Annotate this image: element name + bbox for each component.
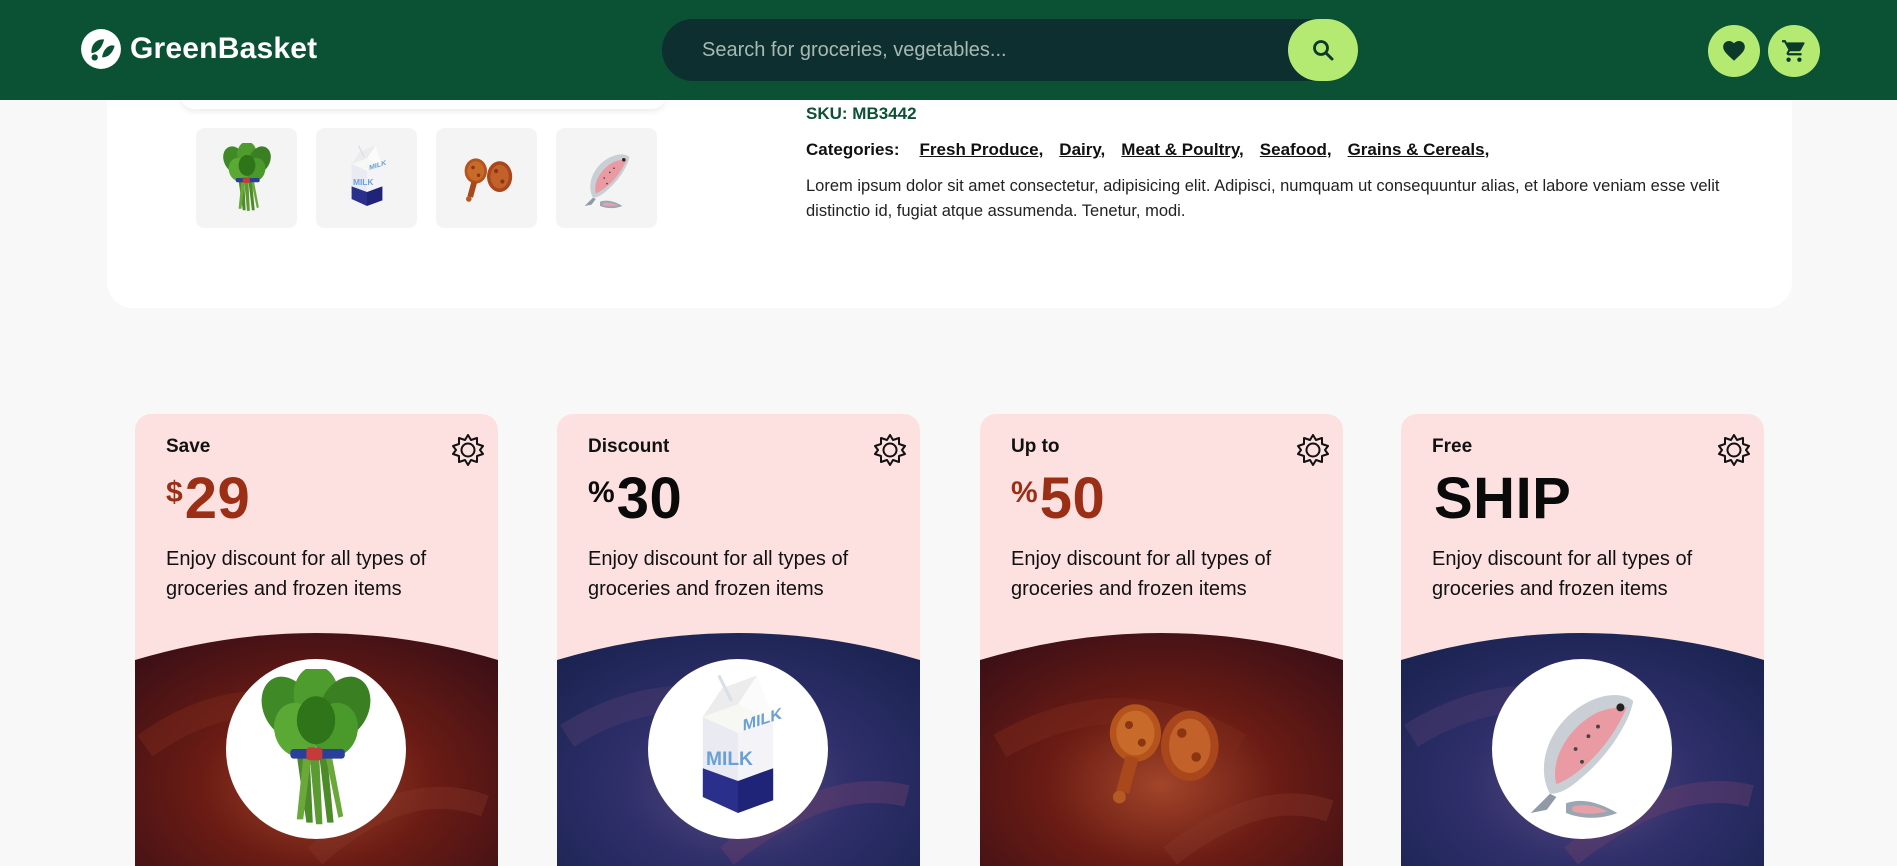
search-icon — [1313, 40, 1334, 61]
category-link-seafood[interactable]: Seafood, — [1260, 140, 1332, 160]
offer-description: Enjoy discount for all types of grocerie… — [1011, 548, 1272, 600]
category-link-dairy[interactable]: Dairy, — [1059, 140, 1105, 160]
cart-icon — [1782, 40, 1805, 62]
brand-logo[interactable]: GreenBasket — [80, 28, 317, 70]
trout-image — [572, 143, 642, 213]
thumbnail-fried-chicken[interactable] — [436, 128, 537, 228]
offer-symbol: % — [588, 476, 615, 509]
cart-button[interactable] — [1768, 25, 1820, 77]
offer-card-discount[interactable]: Discount % 30 Enjoy discount for all typ… — [557, 414, 920, 866]
trout-image — [1502, 669, 1662, 829]
search-input[interactable] — [702, 19, 1282, 81]
search-button[interactable] — [1288, 19, 1358, 81]
offer-amount: 30 — [616, 466, 683, 531]
badge-icon — [1718, 434, 1750, 466]
badge-icon — [1297, 434, 1329, 466]
offer-image-circle — [226, 659, 406, 839]
offer-image-circle — [648, 659, 828, 839]
offer-card-free-ship[interactable]: Free SHIP Enjoy discount for all types o… — [1401, 414, 1764, 866]
offer-card-up-to[interactable]: Up to % 50 Enjoy discount for all types … — [980, 414, 1343, 866]
offer-symbol: % — [1011, 476, 1038, 509]
thumbnail-milk[interactable] — [316, 128, 417, 228]
offer-symbol: $ — [166, 476, 183, 509]
heart-icon — [1723, 41, 1745, 61]
search-bar — [662, 19, 1358, 81]
offer-value: % 50 — [1011, 466, 1105, 532]
offer-description: Enjoy discount for all types of grocerie… — [588, 548, 849, 600]
offer-amount: 50 — [1039, 466, 1106, 531]
offer-prefix: Save — [166, 436, 211, 457]
offer-image-circle — [1071, 659, 1251, 839]
offer-value: $ 29 — [166, 466, 250, 532]
milk-carton-image — [658, 669, 818, 829]
spinach-image — [212, 143, 282, 213]
fried-chicken-image — [452, 143, 522, 213]
offer-amount: 29 — [184, 466, 251, 531]
category-link-fresh-produce[interactable]: Fresh Produce, — [920, 140, 1044, 160]
offer-prefix: Discount — [588, 436, 670, 457]
offer-value: SHIP — [1432, 466, 1571, 532]
spinach-image — [236, 669, 396, 829]
offer-description: Enjoy discount for all types of grocerie… — [166, 548, 427, 600]
site-header: GreenBasket — [0, 0, 1897, 100]
badge-icon — [452, 434, 484, 466]
product-sku: SKU: MB3442 — [806, 104, 917, 123]
offer-value: % 30 — [588, 466, 682, 532]
badge-icon — [874, 434, 906, 466]
category-link-meat-poultry[interactable]: Meat & Poultry, — [1121, 140, 1243, 160]
product-categories: Categories: Fresh Produce, Dairy, Meat &… — [806, 140, 1505, 160]
offer-description: Enjoy discount for all types of grocerie… — [1432, 548, 1693, 600]
offer-card-save[interactable]: Save $ 29 Enjoy discount for all types o… — [135, 414, 498, 866]
category-link-grains-cereals[interactable]: Grains & Cereals, — [1348, 140, 1490, 160]
fried-chicken-image — [1081, 669, 1241, 829]
categories-label: Categories: — [806, 140, 900, 159]
brand-name: GreenBasket — [130, 32, 318, 65]
product-description: Lorem ipsum dolor sit amet consectetur, … — [806, 177, 1720, 220]
wishlist-button[interactable] — [1708, 25, 1760, 77]
milk-carton-image — [332, 143, 402, 213]
offer-prefix: Free — [1432, 436, 1473, 457]
offer-image-circle — [1492, 659, 1672, 839]
offer-prefix: Up to — [1011, 436, 1060, 457]
thumbnail-strip — [196, 128, 657, 228]
thumbnail-spinach[interactable] — [196, 128, 297, 228]
leaf-logo-icon — [81, 29, 121, 69]
offer-amount: SHIP — [1434, 466, 1572, 531]
thumbnail-trout[interactable] — [556, 128, 657, 228]
